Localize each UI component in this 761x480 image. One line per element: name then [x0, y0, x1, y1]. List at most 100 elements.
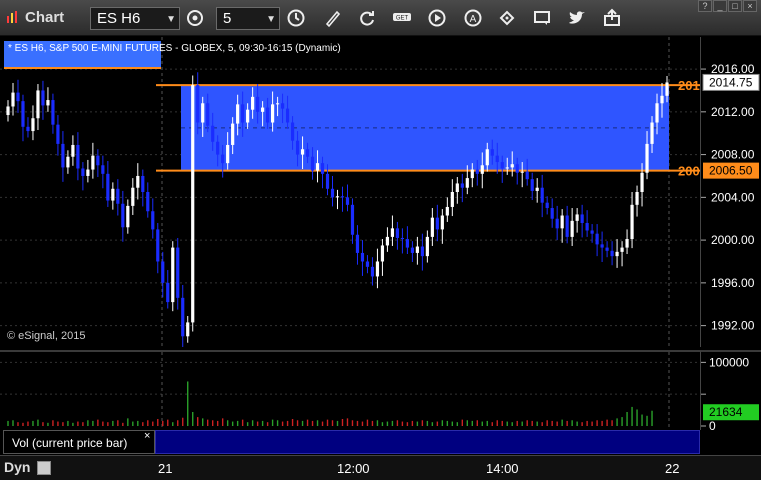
close-icon[interactable]: × — [144, 430, 150, 442]
candle-body[interactable] — [545, 202, 549, 209]
candle-body[interactable] — [580, 214, 584, 223]
candle-body[interactable] — [61, 143, 65, 168]
candle-body[interactable] — [365, 261, 370, 267]
price-axis[interactable]: 2016.00 2012.00 2008.00 2004.00 2000.00 1996.… — [700, 37, 761, 347]
candle-body[interactable] — [520, 171, 524, 173]
candle-body[interactable] — [285, 108, 290, 123]
lock-icon[interactable] — [37, 461, 51, 475]
candle-body[interactable] — [345, 197, 350, 205]
candle-body[interactable] — [485, 149, 489, 166]
candle-body[interactable] — [330, 188, 335, 198]
candle-body[interactable] — [380, 245, 385, 262]
candle-body[interactable] — [46, 100, 50, 106]
candle-body[interactable] — [525, 171, 529, 180]
candle-body[interactable] — [16, 92, 20, 102]
candle-body[interactable] — [206, 103, 210, 126]
candle-body[interactable] — [535, 187, 539, 191]
candle-body[interactable] — [111, 188, 115, 201]
candle-body[interactable] — [310, 156, 315, 171]
candle-body[interactable] — [21, 101, 25, 127]
help-icon[interactable]: ? — [698, 0, 712, 12]
volume-axis[interactable]: 100000 0 21634 — [700, 350, 761, 433]
candle-body[interactable] — [650, 122, 654, 144]
candle-body[interactable] — [251, 96, 255, 110]
candle-body[interactable] — [420, 246, 424, 257]
candle-body[interactable] — [315, 163, 320, 171]
candle-body[interactable] — [490, 149, 494, 156]
candle-body[interactable] — [156, 229, 160, 262]
candle-body[interactable] — [570, 220, 574, 237]
candle-body[interactable] — [86, 169, 90, 176]
candle-body[interactable] — [6, 106, 10, 116]
candle-body[interactable] — [256, 96, 260, 112]
volume-pane[interactable] — [0, 350, 700, 430]
candle-body[interactable] — [565, 215, 569, 237]
candle-body[interactable] — [141, 175, 145, 192]
candle-body[interactable] — [270, 104, 275, 123]
candle-body[interactable] — [176, 247, 180, 298]
candle-body[interactable] — [26, 126, 30, 132]
share-icon[interactable] — [602, 8, 624, 28]
draw-icon[interactable] — [323, 8, 345, 28]
candle-body[interactable] — [615, 251, 619, 257]
candle-body[interactable] — [221, 154, 225, 164]
candle-body[interactable] — [425, 236, 429, 257]
candle-body[interactable] — [305, 149, 310, 157]
candle-body[interactable] — [216, 141, 220, 155]
candle-body[interactable] — [181, 297, 185, 337]
candle-body[interactable] — [540, 187, 544, 203]
candle-body[interactable] — [11, 92, 15, 107]
chevron-down-icon[interactable]: ▼ — [266, 11, 276, 28]
candle-body[interactable] — [620, 247, 624, 252]
candle-body[interactable] — [450, 192, 454, 207]
candle-body[interactable] — [470, 169, 474, 179]
candle-body[interactable] — [186, 322, 190, 337]
candle-body[interactable] — [191, 85, 195, 323]
symbol-input[interactable]: ES H6 ▼ — [90, 7, 180, 30]
candle-body[interactable] — [71, 144, 75, 157]
candle-body[interactable] — [325, 173, 330, 189]
play-icon[interactable] — [427, 8, 449, 28]
candle-body[interactable] — [56, 124, 60, 144]
candle-body[interactable] — [246, 109, 250, 123]
candle-body[interactable] — [171, 247, 175, 303]
comment-icon[interactable] — [532, 8, 554, 28]
candle-body[interactable] — [370, 266, 375, 277]
candle-body[interactable] — [445, 206, 449, 216]
candle-body[interactable] — [101, 165, 105, 174]
candle-body[interactable] — [146, 192, 150, 212]
candle-body[interactable] — [295, 140, 300, 155]
candle-body[interactable] — [201, 103, 205, 123]
candle-body[interactable] — [505, 167, 509, 169]
candle-body[interactable] — [266, 107, 270, 123]
candle-body[interactable] — [560, 215, 564, 229]
candle-body[interactable] — [385, 236, 390, 246]
candle-body[interactable] — [530, 179, 534, 191]
candle-body[interactable] — [66, 156, 70, 168]
candle-body[interactable] — [595, 233, 599, 245]
candle-body[interactable] — [36, 90, 40, 119]
candle-body[interactable] — [575, 214, 579, 221]
candle-body[interactable] — [605, 247, 609, 251]
candle-body[interactable] — [151, 211, 155, 230]
quote-icon[interactable]: GET — [392, 8, 414, 28]
candle-body[interactable] — [550, 208, 554, 219]
time-axis[interactable]: Dyn 21 12:00 14:00 22 — [0, 455, 761, 480]
candle-body[interactable] — [106, 173, 110, 201]
candle-body[interactable] — [585, 223, 589, 231]
candle-body[interactable] — [275, 103, 280, 105]
candle-body[interactable] — [226, 144, 230, 164]
candle-body[interactable] — [211, 125, 215, 142]
candle-body[interactable] — [196, 85, 200, 123]
maximize-icon[interactable]: □ — [728, 0, 742, 12]
candle-body[interactable] — [480, 165, 484, 174]
candle-body[interactable] — [81, 168, 85, 176]
candle-body[interactable] — [430, 217, 434, 237]
candle-body[interactable] — [500, 162, 504, 169]
candle-body[interactable] — [435, 217, 439, 230]
candle-body[interactable] — [300, 149, 305, 155]
candle-body[interactable] — [390, 228, 395, 237]
candle-body[interactable] — [335, 196, 340, 198]
candle-body[interactable] — [515, 164, 519, 173]
candle-body[interactable] — [665, 82, 669, 96]
